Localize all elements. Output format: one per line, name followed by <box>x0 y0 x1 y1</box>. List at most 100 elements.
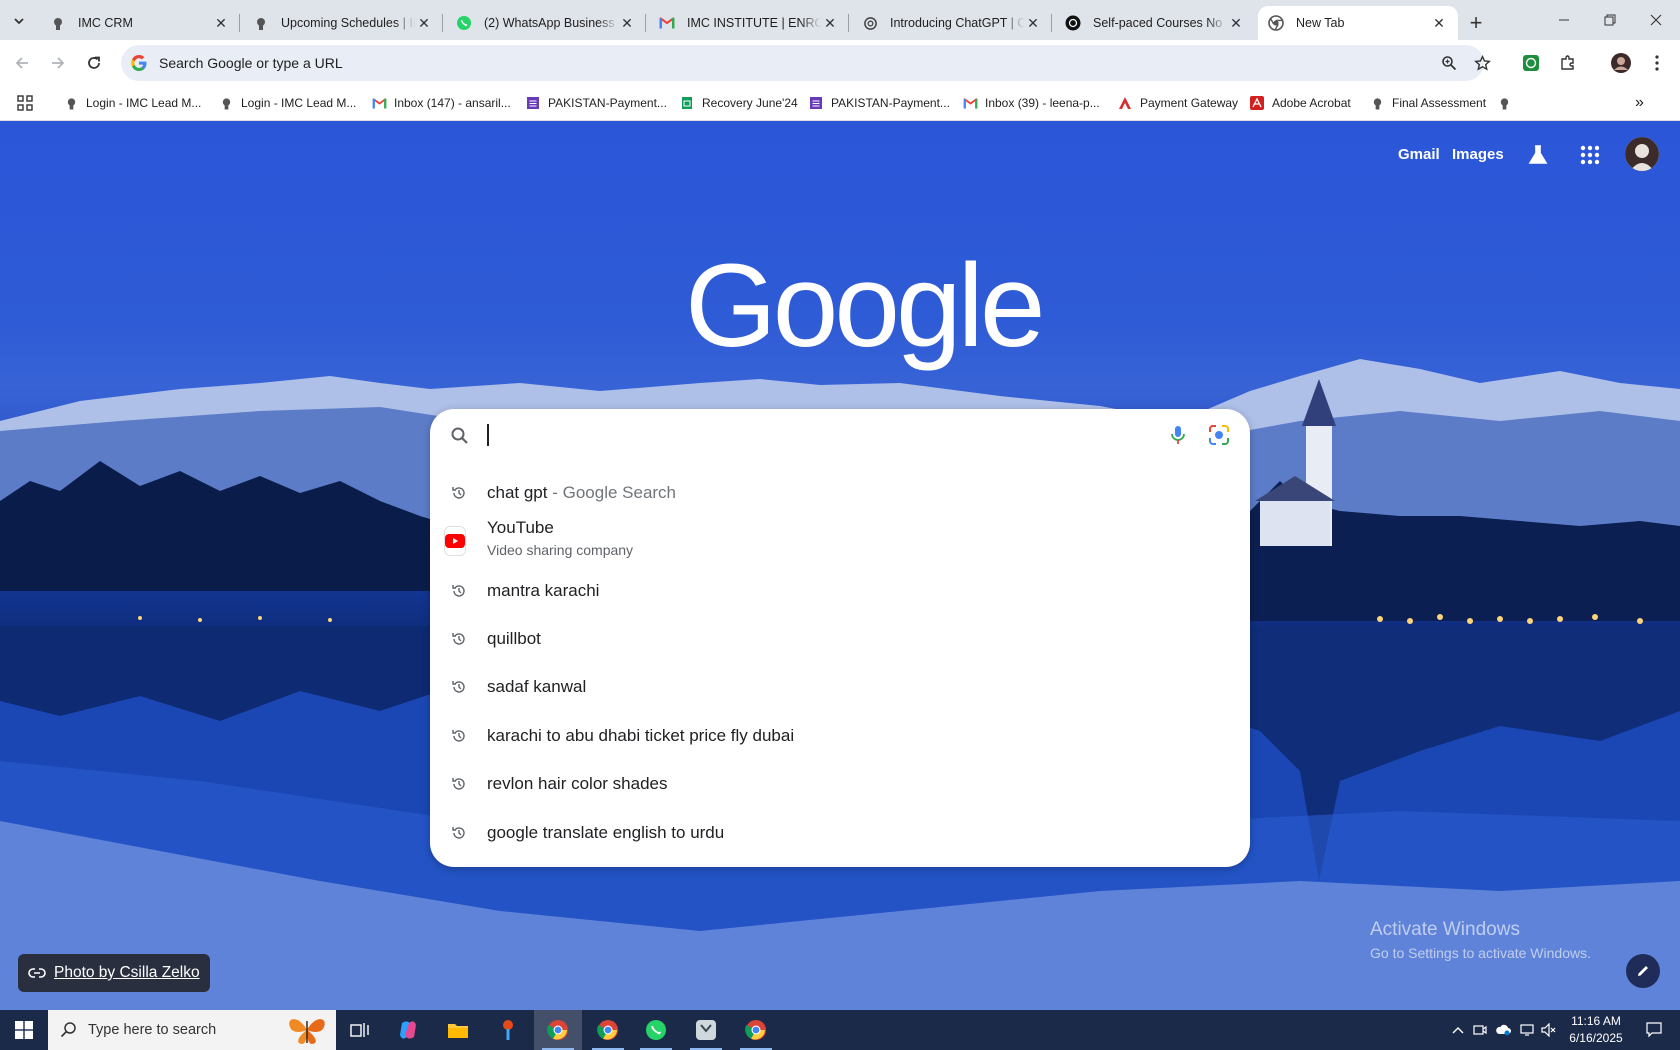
bookmark-final-assessment[interactable]: Final Assessment <box>1369 91 1486 115</box>
task-view-button[interactable] <box>336 1010 384 1050</box>
bookmark-adobe-acrobat[interactable]: Adobe Acrobat <box>1249 91 1351 115</box>
customize-chrome-button[interactable] <box>1626 954 1660 988</box>
bookmark-recovery-june[interactable]: Recovery June'24 <box>679 91 798 115</box>
file-explorer-button[interactable] <box>434 1010 482 1050</box>
close-icon[interactable]: ✕ <box>1227 14 1245 32</box>
profile-button[interactable] <box>1609 51 1633 75</box>
tab-introducing-chatgpt[interactable]: Introducing ChatGPT | OpenAI ✕ <box>852 6 1052 40</box>
tab-imc-enrollment[interactable]: IMC INSTITUTE | ENROLLMENT ✕ <box>649 6 849 40</box>
zoom-button[interactable] <box>1437 51 1461 75</box>
bookmark-pakistan-payment-1[interactable]: PAKISTAN-Payment... <box>525 91 667 115</box>
gmail-icon <box>962 95 978 111</box>
forward-button[interactable] <box>43 48 73 78</box>
folder-icon <box>448 1024 468 1038</box>
tab-title: Self-paced Courses No Limits <box>1093 16 1227 30</box>
gmail-link[interactable]: Gmail <box>1398 146 1440 163</box>
bookmark-label: PAKISTAN-Payment... <box>548 96 667 110</box>
chrome-menu-button[interactable] <box>1645 51 1669 75</box>
clock-app-taskbar-button[interactable] <box>682 1010 730 1050</box>
google-apps-button[interactable] <box>1574 139 1606 171</box>
extension-whatsapp-button[interactable] <box>1519 51 1543 75</box>
tab-strip: IMC CRM ✕ Upcoming Schedules | IMC ✕ (2)… <box>0 0 1680 40</box>
close-window-button[interactable] <box>1633 4 1679 36</box>
openai-icon <box>862 15 878 31</box>
suggestion-item[interactable]: quillbot <box>430 616 1250 662</box>
close-icon[interactable]: ✕ <box>1024 14 1042 32</box>
bookmark-inbox-ansari[interactable]: Inbox (147) - ansaril... <box>371 91 511 115</box>
suggestion-item[interactable]: revlon hair color shades <box>430 761 1250 807</box>
tab-new-tab[interactable]: New Tab ✕ <box>1258 6 1458 40</box>
apps-button[interactable] <box>17 91 33 115</box>
microphone-icon[interactable] <box>1165 422 1191 448</box>
camera-icon <box>1473 1025 1487 1035</box>
flask-icon <box>1528 145 1548 164</box>
close-icon[interactable]: ✕ <box>821 14 839 32</box>
labs-button[interactable] <box>1522 139 1554 171</box>
tray-network-button[interactable] <box>1516 1010 1538 1050</box>
suggestion-item[interactable]: chat gpt - Google Search <box>430 470 1250 516</box>
search-input[interactable] <box>487 424 489 446</box>
taskbar-clock[interactable]: 11:16 AM 6/16/2025 <box>1560 1013 1632 1047</box>
reload-icon <box>88 56 100 69</box>
google-lens-icon[interactable] <box>1206 422 1232 448</box>
whatsapp-icon <box>646 1020 666 1040</box>
chrome-taskbar-button-1[interactable] <box>534 1010 582 1050</box>
notification-center-button[interactable] <box>1634 1010 1674 1050</box>
tray-meet-button[interactable] <box>1470 1010 1490 1050</box>
network-icon <box>1520 1024 1534 1036</box>
imc-logo-icon <box>1496 95 1512 111</box>
images-link[interactable]: Images <box>1452 146 1504 163</box>
puzzle-icon <box>1561 55 1574 70</box>
bookmark-payment-gateway[interactable]: Payment Gateway <box>1117 91 1238 115</box>
account-avatar[interactable] <box>1625 137 1659 171</box>
start-button[interactable] <box>0 1010 48 1050</box>
bookmark-login-imc-2[interactable]: Login - IMC Lead M... <box>218 91 356 115</box>
copilot-button[interactable] <box>384 1010 432 1050</box>
close-icon[interactable]: ✕ <box>415 14 433 32</box>
suggestion-item-youtube[interactable]: YouTube Video sharing company <box>430 516 1250 566</box>
taskbar-search-placeholder: Type here to search <box>88 1022 217 1038</box>
tab-title: Introducing ChatGPT | OpenAI <box>890 16 1024 30</box>
chrome-taskbar-button-3[interactable] <box>732 1010 780 1050</box>
suggestion-item[interactable]: mantra karachi <box>430 568 1250 614</box>
bookmark-star-button[interactable] <box>1470 51 1494 75</box>
tab-whatsapp-business[interactable]: (2) WhatsApp Business ✕ <box>446 6 646 40</box>
tray-onedrive-button[interactable] <box>1492 1010 1514 1050</box>
whatsapp-taskbar-button[interactable] <box>632 1010 680 1050</box>
taskbar-search-box[interactable]: Type here to search <box>48 1010 336 1050</box>
restore-button[interactable] <box>1587 4 1633 36</box>
suggestion-item[interactable]: karachi to abu dhabi ticket price fly du… <box>430 713 1250 759</box>
bookmark-login-imc-1[interactable]: Login - IMC Lead M... <box>63 91 201 115</box>
bookmark-inbox-leena[interactable]: Inbox (39) - leena-p... <box>962 91 1100 115</box>
tray-overflow-button[interactable] <box>1446 1010 1470 1050</box>
bookmarks-overflow-button[interactable]: » <box>1635 91 1644 115</box>
tab-imc-crm[interactable]: IMC CRM ✕ <box>40 6 240 40</box>
suggestion-item[interactable]: sadaf kanwal <box>430 664 1250 710</box>
notification-icon <box>1646 1022 1662 1038</box>
suggestion-item[interactable]: google translate english to urdu <box>430 810 1250 856</box>
close-icon[interactable]: ✕ <box>212 14 230 32</box>
chrome-taskbar-button-2[interactable] <box>584 1010 632 1050</box>
reload-button[interactable] <box>79 48 109 78</box>
close-icon[interactable]: ✕ <box>618 14 636 32</box>
imc-logo-icon <box>50 15 66 31</box>
app-pin-button[interactable] <box>484 1010 532 1050</box>
tab-search-button[interactable] <box>6 8 32 34</box>
address-bar[interactable]: Search Google or type a URL <box>121 45 1484 81</box>
history-icon <box>448 482 470 504</box>
tray-volume-button[interactable] <box>1538 1010 1560 1050</box>
minimize-button[interactable] <box>1541 4 1587 36</box>
suggestion-suffix: - Google Search <box>547 483 677 502</box>
address-placeholder: Search Google or type a URL <box>159 55 343 71</box>
extensions-button[interactable] <box>1556 51 1580 75</box>
tab-separator <box>239 14 240 32</box>
tab-self-paced-courses[interactable]: Self-paced Courses No Limits ✕ <box>1055 6 1255 40</box>
back-button[interactable] <box>7 48 37 78</box>
tab-upcoming-schedules[interactable]: Upcoming Schedules | IMC ✕ <box>243 6 443 40</box>
bookmark-imc-extra[interactable] <box>1496 91 1519 115</box>
close-icon[interactable]: ✕ <box>1430 14 1448 32</box>
photo-credit-link[interactable]: Photo by Csilla Zelko <box>18 954 210 992</box>
task-view-icon <box>350 1023 369 1037</box>
bookmark-pakistan-payment-2[interactable]: PAKISTAN-Payment... <box>808 91 950 115</box>
new-tab-button[interactable]: + <box>1462 9 1490 37</box>
